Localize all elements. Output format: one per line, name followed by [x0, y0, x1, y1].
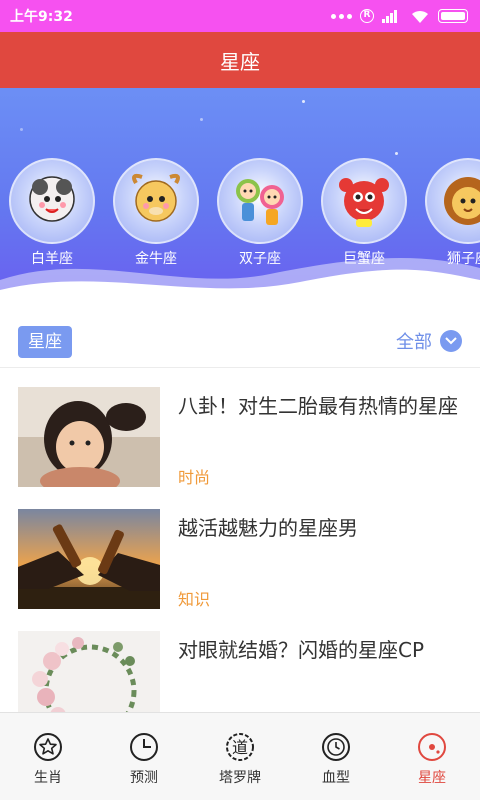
beer-toast-photo — [18, 509, 160, 609]
banner-wave — [0, 257, 480, 304]
tab-label: 预测 — [130, 770, 158, 786]
more-dots-icon — [331, 13, 352, 19]
bottom-tab-bar: 生肖 预测 道 塔罗牌 血型 星座 — [0, 712, 480, 800]
section-header: 星座 全部 — [0, 304, 480, 368]
tab-taluopai[interactable]: 道 塔罗牌 — [192, 713, 288, 800]
tab-label: 塔罗牌 — [219, 770, 261, 786]
tab-shengxiao[interactable]: 生肖 — [0, 713, 96, 800]
status-icons: R — [331, 9, 468, 24]
status-time: 上午9:32 — [10, 9, 73, 25]
page-title: 星座 — [220, 49, 260, 74]
tab-yuce[interactable]: 预测 — [96, 713, 192, 800]
zodiac-banner: 白羊座 金牛座 双子座 巨蟹座 狮子 — [0, 88, 480, 304]
taurus-mascot-icon — [113, 158, 199, 244]
wifi-icon — [412, 10, 428, 23]
gemini-mascot-icon — [217, 158, 303, 244]
aries-mascot-icon — [9, 158, 95, 244]
registered-icon: R — [360, 9, 374, 23]
leo-mascot-icon — [425, 158, 480, 244]
clock-icon — [130, 733, 158, 761]
app-bar: 星座 — [0, 32, 480, 88]
zodiac-dot-icon — [418, 733, 446, 761]
page: 上午9:32 R 星座 白羊座 金牛座 双子座 巨蟹座 狮子 星座 全部 八卦！… — [0, 0, 480, 800]
history-icon — [322, 733, 350, 761]
article-tag: 时尚 — [178, 468, 211, 487]
tab-label: 星座 — [418, 770, 446, 786]
tab-xingzuo[interactable]: 星座 — [384, 713, 480, 800]
article-tag: 知识 — [178, 590, 211, 609]
all-label: 全部 — [396, 332, 432, 353]
tab-xuexing[interactable]: 血型 — [288, 713, 384, 800]
dao-icon: 道 — [226, 733, 254, 761]
battery-icon — [438, 9, 468, 23]
star-circle-icon — [34, 733, 62, 761]
all-filter-button[interactable]: 全部 — [396, 328, 462, 354]
list-item[interactable]: 越活越魅力的星座男 知识 — [0, 490, 480, 612]
tab-label: 生肖 — [34, 770, 62, 786]
tab-label: 血型 — [322, 770, 350, 786]
cancer-mascot-icon — [321, 158, 407, 244]
signal-icon — [382, 10, 397, 23]
list-item[interactable]: 八卦！对生二胎最有热情的星座 时尚 — [0, 368, 480, 490]
article-title: 越活越魅力的星座男 — [178, 516, 358, 540]
section-tag: 星座 — [18, 326, 72, 358]
status-bar: 上午9:32 R — [0, 0, 480, 32]
chevron-down-icon — [440, 330, 462, 352]
girl-photo — [18, 387, 160, 487]
article-title: 对眼就结婚？闪婚的星座CP — [178, 638, 425, 662]
article-list: 八卦！对生二胎最有热情的星座 时尚 越活越魅力的星座男 知识 对眼就结婚？闪婚的… — [0, 368, 480, 734]
article-title: 八卦！对生二胎最有热情的星座 — [178, 394, 458, 418]
svg-text:道: 道 — [232, 738, 248, 757]
